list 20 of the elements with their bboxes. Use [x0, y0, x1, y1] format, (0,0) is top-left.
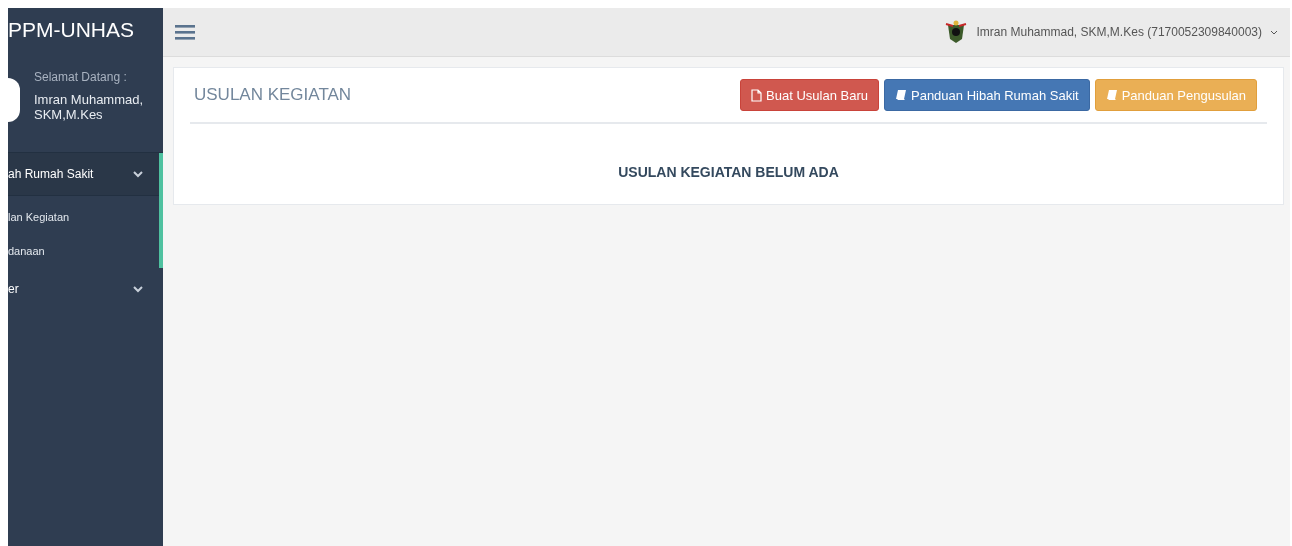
submenu-item[interactable]: danaan — [8, 234, 159, 268]
brand-title[interactable]: PPM-UNHAS — [8, 8, 163, 52]
welcome-label: Selamat Datang : — [34, 70, 128, 84]
chevron-down-icon — [133, 285, 143, 293]
menu-icon[interactable] — [175, 24, 195, 40]
user-menu[interactable]: Imran Muhammad, SKM,M.Kes (7170052309840003) — [942, 19, 1278, 45]
submenu-item[interactable]: lan Kegiatan — [8, 200, 159, 234]
sidebar-item[interactable]: ah Rumah Sakit — [8, 153, 159, 196]
avatar — [8, 78, 20, 122]
sidebar-item[interactable]: er — [8, 268, 163, 310]
chevron-down-icon — [133, 170, 143, 178]
book-icon — [895, 89, 907, 101]
caret-icon — [1270, 29, 1278, 35]
book-icon — [1105, 89, 1118, 101]
empty-message: USULAN KEGIATAN BELUM ADA — [617, 163, 840, 182]
panel-title: USULAN KEGIATAN — [194, 85, 352, 105]
user-name: Imran Muhammad, SKM,M.Kes — [34, 92, 145, 122]
guide-button[interactable]: Panduan Hibah Rumah Sakit — [884, 79, 1090, 111]
new-proposal-button[interactable]: Buat Usulan Baru — [740, 79, 879, 111]
file-icon — [751, 88, 763, 102]
